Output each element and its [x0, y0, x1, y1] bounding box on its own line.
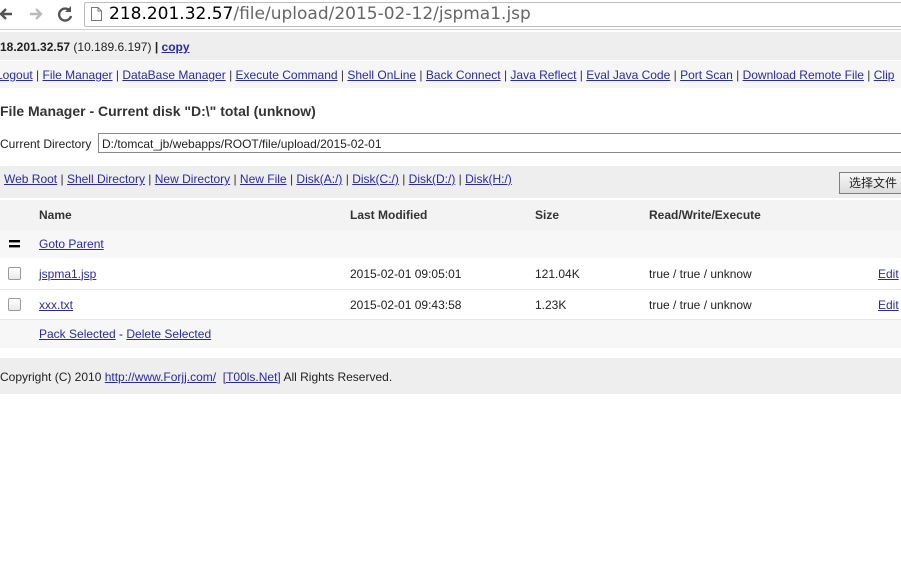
menu-link-back-connect[interactable]: Back Connect [426, 68, 501, 82]
menu-link-logout[interactable]: Logout [0, 68, 33, 82]
table-row: jspma1.jsp 2015-02-01 09:05:01 121.04K t… [0, 258, 901, 290]
disk-link-web-root[interactable]: Web Root [4, 172, 57, 186]
footer-copyright: Copyright (C) 2010 [0, 370, 105, 384]
disk-link-disk-a[interactable]: Disk(A:/) [296, 172, 342, 186]
page-icon [91, 7, 102, 21]
footer-link-forjj[interactable]: http://www.Forjj.com/ [105, 370, 216, 384]
disk-link-disk-c[interactable]: Disk(C:/) [352, 172, 399, 186]
url-text: 218.201.32.57/file/upload/2015-02-12/jsp… [109, 4, 531, 24]
file-name-link[interactable]: jspma1.jsp [39, 267, 96, 281]
link-separator: | [670, 68, 681, 82]
header-rwx: Read/Write/Execute [649, 208, 761, 222]
back-arrow-icon[interactable] [0, 3, 18, 25]
table-header: Name Last Modified Size Read/Write/Execu… [0, 200, 901, 230]
link-separator: | [286, 172, 297, 186]
link-separator: | [337, 68, 348, 82]
table-row: xxx.txt 2015-02-01 09:43:58 1.23K true /… [0, 290, 901, 320]
link-separator: | [144, 172, 155, 186]
disk-link-disk-d[interactable]: Disk(D:/) [409, 172, 456, 186]
link-separator: | [500, 68, 511, 82]
current-directory-input[interactable]: D:/tomcat_jb/webapps/ROOT/file/upload/20… [98, 133, 901, 153]
disk-link-new-directory[interactable]: New Directory [155, 172, 230, 186]
parent-row: Goto Parent [0, 230, 901, 258]
file-modified: 2015-02-01 09:43:58 [350, 297, 462, 312]
forward-arrow-icon[interactable] [25, 3, 47, 25]
menu-link-shell-online[interactable]: Shell OnLine [347, 68, 416, 82]
link-separator: | [342, 172, 353, 186]
edit-link[interactable]: Edit [878, 267, 899, 281]
main-menu: Logout | File Manager | DataBase Manager… [0, 61, 901, 88]
browser-toolbar: 218.201.32.57/file/upload/2015-02-12/jsp… [0, 0, 901, 30]
disk-link-new-file[interactable]: New File [240, 172, 287, 186]
disk-link-shell-directory[interactable]: Shell Directory [67, 172, 145, 186]
address-bar[interactable]: 218.201.32.57/file/upload/2015-02-12/jsp… [84, 2, 901, 27]
menu-link-port-scan[interactable]: Port Scan [680, 68, 733, 82]
delete-selected-link[interactable]: Delete Selected [126, 327, 211, 341]
current-directory-label: Current Directory [0, 137, 92, 151]
menu-link-eval-java-code[interactable]: Eval Java Code [586, 68, 670, 82]
parent-folder-icon [9, 230, 20, 258]
goto-parent-link[interactable]: Goto Parent [39, 237, 104, 251]
file-rwx: true / true / unknow [649, 266, 752, 281]
separator-dash: - [115, 327, 127, 341]
edit-link[interactable]: Edit [878, 298, 899, 312]
file-size: 121.04K [535, 266, 580, 281]
menu-link-file-manager[interactable]: File Manager [43, 68, 113, 82]
footer: Copyright (C) 2010 http://www.Forjj.com/… [0, 358, 901, 394]
link-separator: | [455, 172, 466, 186]
page-title: File Manager - Current disk "D:\" total … [0, 103, 316, 119]
footer-link-t00ls[interactable]: [T00ls.Net] [223, 370, 281, 384]
link-separator: | [230, 172, 240, 186]
row-checkbox[interactable] [8, 298, 21, 311]
menu-link-execute-command[interactable]: Execute Command [236, 68, 338, 82]
menu-link-clip[interactable]: Clip [874, 68, 895, 82]
disk-link-disk-h[interactable]: Disk(H:/) [465, 172, 512, 186]
copy-link[interactable]: copy [162, 40, 190, 54]
link-separator: | [112, 68, 123, 82]
link-separator: | [57, 172, 67, 186]
link-separator: | [576, 68, 587, 82]
menu-link-database-manager[interactable]: DataBase Manager [122, 68, 225, 82]
server-info-bar: 18.201.32.57 (10.189.6.197) | copy [0, 32, 901, 60]
header-name: Name [39, 208, 72, 222]
file-size: 1.23K [535, 297, 567, 312]
pack-selected-link[interactable]: Pack Selected [39, 327, 116, 341]
file-rwx: true / true / unknow [649, 297, 752, 312]
disk-bar: Web Root | Shell Directory | New Directo… [0, 166, 901, 198]
row-checkbox[interactable] [8, 267, 21, 280]
menu-link-java-reflect[interactable]: Java Reflect [510, 68, 576, 82]
server-host: 18.201.32.57 [0, 40, 71, 54]
link-separator: | [416, 68, 426, 82]
bulk-actions-row: Pack Selected - Delete Selected [0, 320, 901, 348]
link-separator: | [225, 68, 236, 82]
server-ip: (10.189.6.197) [73, 40, 152, 54]
header-size: Size [535, 208, 560, 222]
header-modified: Last Modified [350, 208, 428, 222]
menu-link-download-remote-file[interactable]: Download Remote File [743, 68, 864, 82]
link-separator: | [732, 68, 743, 82]
file-modified: 2015-02-01 09:05:01 [350, 266, 462, 281]
choose-file-button[interactable]: 选择文件 [839, 172, 901, 194]
reload-icon[interactable] [54, 3, 76, 25]
file-name-link[interactable]: xxx.txt [39, 298, 73, 312]
footer-rights: All Rights Reserved. [280, 370, 393, 384]
link-separator: | [398, 172, 409, 186]
link-separator: | [32, 68, 43, 82]
link-separator: | [863, 68, 874, 82]
